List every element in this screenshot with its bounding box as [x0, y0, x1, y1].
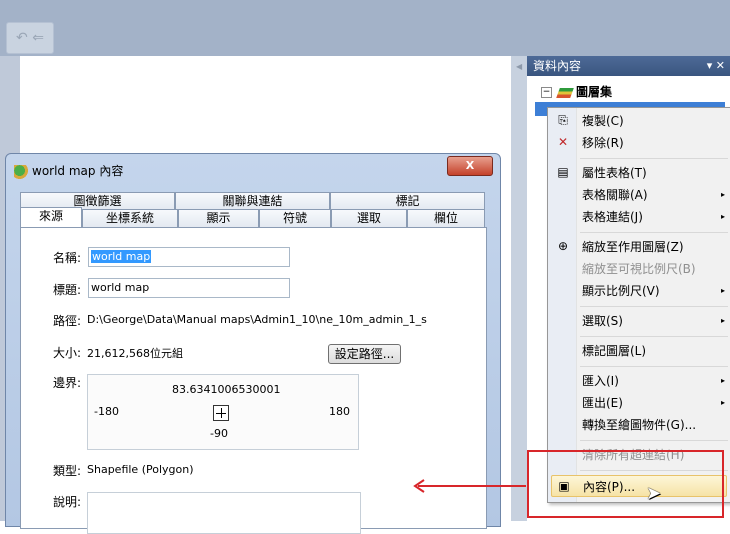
menu-item-import[interactable]: 匯入(I) ▸: [548, 370, 730, 392]
menu-item-zoom-to-layer[interactable]: ⊕ 縮放至作用圖層(Z): [548, 236, 730, 258]
type-value: Shapefile (Polygon): [87, 463, 194, 476]
menu-item-label: 移除(R): [582, 136, 624, 150]
tab-symbology[interactable]: 符號: [259, 209, 331, 227]
menu-item-label: 屬性表格(T): [582, 166, 647, 180]
zoom-layer-icon: ⊕: [557, 239, 569, 253]
submenu-arrow-icon: ▸: [720, 190, 725, 199]
submenu-arrow-icon: ▸: [720, 212, 725, 221]
name-value: world map: [91, 250, 152, 263]
menu-separator: [580, 336, 728, 337]
dialog-title: world map 內容: [32, 164, 124, 178]
tab-row-upper: 圖徵篩選 關聯與連結 標記: [20, 192, 485, 210]
layer-properties-dialog: world map 內容 X 圖徵篩選 關聯與連結 標記 來源 坐標系統 顯示 …: [5, 153, 501, 534]
table-icon: ▤: [557, 165, 569, 179]
tab-labels[interactable]: 標記: [330, 192, 485, 210]
extent-left: -180: [94, 405, 119, 418]
menu-item-label: 表格關聯(A): [582, 188, 648, 202]
layers-icon: [556, 87, 574, 98]
menu-item-convert-to-graphics[interactable]: 轉換至繪圖物件(G)...: [548, 414, 730, 436]
menu-item-label: 匯出(E): [582, 396, 623, 410]
title-input[interactable]: world map: [88, 278, 290, 298]
extent-top: 83.6341006530001: [172, 383, 281, 396]
menu-item-label: 標記圖層(L): [582, 344, 647, 358]
layer-set-node[interactable]: − 圖層集: [541, 83, 612, 100]
submenu-arrow-icon: ▸: [720, 316, 725, 325]
menu-item-label: 複製(C): [582, 114, 624, 128]
panel-splitter[interactable]: ◀: [511, 56, 527, 521]
annotation-arrow-icon: [413, 479, 526, 493]
arrow-left-icon[interactable]: ↶ ⇐: [6, 22, 54, 54]
submenu-arrow-icon: ▸: [720, 376, 725, 385]
menu-item-selection[interactable]: 選取(S) ▸: [548, 310, 730, 332]
description-textarea[interactable]: [87, 492, 361, 534]
extent-right: 180: [329, 405, 350, 418]
extent-box: 83.6341006530001 -180 180 -90: [87, 374, 359, 450]
menu-item-label: 選取(S): [582, 314, 623, 328]
layer-context-menu: ⎘ 複製(C) ✕ 移除(R) ▤ 屬性表格(T) 表格關聯(A) ▸ 表格連結…: [547, 107, 730, 503]
submenu-arrow-icon: ▸: [720, 286, 725, 295]
toc-title: 資料內容: [533, 59, 582, 73]
close-icon[interactable]: ✕: [716, 59, 725, 72]
menu-item-remove[interactable]: ✕ 移除(R): [548, 132, 730, 154]
remove-icon: ✕: [557, 135, 569, 149]
collapse-icon[interactable]: −: [541, 87, 552, 98]
menu-item-visible-scale[interactable]: 顯示比例尺(V) ▸: [548, 280, 730, 302]
top-toolbar-area: ↶ ⇐: [0, 0, 730, 56]
type-label: 類型:: [53, 464, 82, 478]
tab-joins-relates[interactable]: 關聯與連結: [175, 192, 330, 210]
menu-separator: [580, 366, 728, 367]
globe-icon: [14, 164, 28, 179]
menu-item-export[interactable]: 匯出(E) ▸: [548, 392, 730, 414]
tab-row-lower: 來源 坐標系統 顯示 符號 選取 欄位: [20, 207, 485, 227]
menu-item-label: 縮放至作用圖層(Z): [582, 240, 684, 254]
menu-item-table-joins[interactable]: 表格連結(J) ▸: [548, 206, 730, 228]
menu-item-copy[interactable]: ⎘ 複製(C): [548, 110, 730, 132]
menu-item-table-relates[interactable]: 表格關聯(A) ▸: [548, 184, 730, 206]
menu-item-label: 縮放至可視比例尺(B): [582, 262, 696, 276]
crosshair-icon: [213, 405, 229, 421]
tab-display[interactable]: 顯示: [178, 209, 259, 227]
layer-set-label: 圖層集: [576, 85, 613, 99]
submenu-arrow-icon: ▸: [720, 398, 725, 407]
description-label: 說明:: [53, 495, 82, 509]
set-data-source-button[interactable]: 設定路徑...: [328, 344, 401, 364]
expand-triangle-icon[interactable]: ◀: [516, 62, 522, 71]
extent-bottom: -90: [210, 427, 228, 440]
name-label: 名稱:: [53, 251, 82, 265]
path-value: D:\George\Data\Manual maps\Admin1_10\ne_…: [87, 313, 427, 326]
close-button[interactable]: X: [447, 156, 493, 176]
path-label: 路徑:: [53, 314, 82, 328]
tab-source[interactable]: 來源: [20, 207, 82, 227]
menu-item-label: 顯示比例尺(V): [582, 284, 660, 298]
menu-separator: [580, 440, 728, 441]
menu-item-label: 表格連結(J): [582, 210, 643, 224]
pin-icon[interactable]: ▾: [707, 59, 713, 72]
title-label: 標題:: [53, 283, 82, 297]
menu-separator: [580, 232, 728, 233]
extent-label: 邊界:: [53, 376, 82, 390]
size-value: 21,612,568位元組: [87, 347, 183, 360]
menu-item-label: 匯入(I): [582, 374, 619, 388]
menu-item-zoom-to-visible-scale: 縮放至可視比例尺(B): [548, 258, 730, 280]
menu-separator: [580, 306, 728, 307]
toc-title-bar: 資料內容 ▾ ✕: [527, 56, 730, 76]
menu-item-attribute-table[interactable]: ▤ 屬性表格(T): [548, 162, 730, 184]
size-label: 大小:: [53, 346, 82, 360]
dialog-title-bar: world map 內容: [14, 162, 123, 179]
tab-coordinate-system[interactable]: 坐標系統: [82, 209, 178, 227]
menu-item-label-features[interactable]: 標記圖層(L): [548, 340, 730, 362]
menu-separator: [580, 158, 728, 159]
tab-fields[interactable]: 欄位: [407, 209, 485, 227]
name-input[interactable]: world map: [88, 247, 290, 267]
tab-selection[interactable]: 選取: [331, 209, 407, 227]
menu-item-label: 轉換至繪圖物件(G)...: [582, 418, 697, 432]
copy-icon: ⎘: [558, 113, 568, 127]
highlight-box: [527, 450, 724, 518]
